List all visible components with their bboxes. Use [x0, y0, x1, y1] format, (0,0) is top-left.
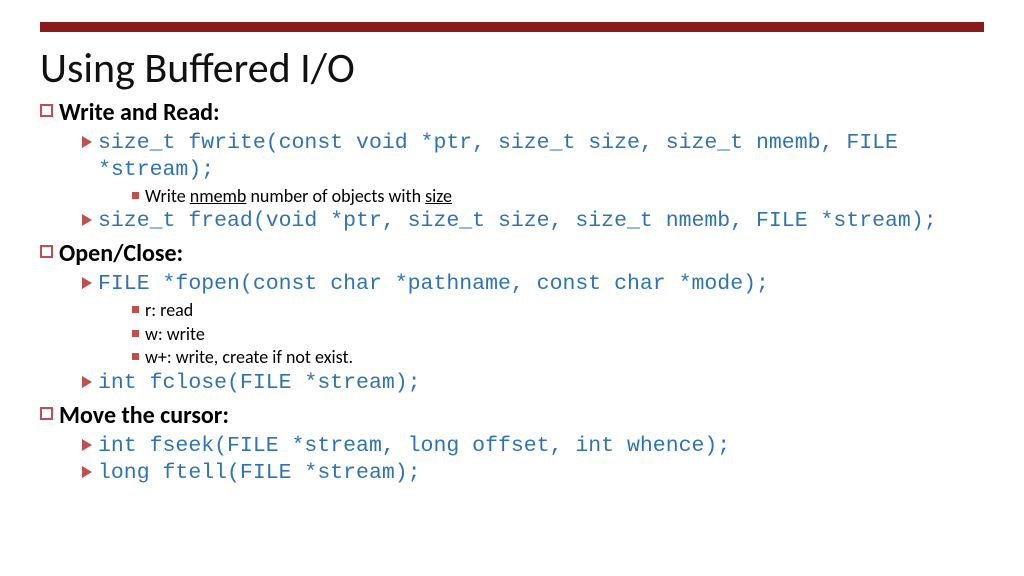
- section-heading-text: Write and Read:: [59, 98, 984, 128]
- mode-line: w: write: [132, 323, 984, 346]
- dot-bullet-icon: [132, 330, 139, 337]
- section-heading: Write and Read:: [40, 98, 984, 128]
- code-signature: size_t fwrite(const void *ptr, size_t si…: [82, 130, 984, 184]
- code-signature: FILE *fopen(const char *pathname, const …: [82, 271, 984, 298]
- code-text: long ftell(FILE *stream);: [98, 460, 938, 487]
- code-text: int fclose(FILE *stream);: [98, 370, 938, 397]
- dot-bullet-icon: [132, 306, 139, 313]
- mode-text: w: write: [145, 323, 984, 346]
- arrow-bullet-icon: [82, 466, 92, 478]
- code-text: int fseek(FILE *stream, long offset, int…: [98, 433, 938, 460]
- arrow-bullet-icon: [82, 214, 92, 226]
- note-text: Write nmemb number of objects with size: [145, 185, 984, 208]
- slide: Using Buffered I/O Write and Read: size_…: [0, 22, 1024, 576]
- code-text: FILE *fopen(const char *pathname, const …: [98, 271, 938, 298]
- mode-text: r: read: [145, 299, 984, 322]
- section-heading-text: Open/Close:: [59, 239, 984, 269]
- arrow-bullet-icon: [82, 439, 92, 451]
- section-heading-text: Move the cursor:: [59, 401, 984, 431]
- note-text-mid: number of objects with: [246, 185, 425, 207]
- arrow-bullet-icon: [82, 376, 92, 388]
- mode-line: r: read: [132, 299, 984, 322]
- code-signature: int fclose(FILE *stream);: [82, 370, 984, 397]
- section-heading: Move the cursor:: [40, 401, 984, 431]
- arrow-bullet-icon: [82, 277, 92, 289]
- code-text: size_t fread(void *ptr, size_t size, siz…: [98, 208, 938, 235]
- note-underline: size: [425, 185, 452, 207]
- mode-text: w+: write, create if not exist.: [145, 346, 984, 369]
- note-text-pre: Write: [145, 185, 190, 207]
- title-rule: [40, 22, 984, 32]
- arrow-bullet-icon: [82, 136, 92, 148]
- square-bullet-icon: [40, 407, 53, 420]
- square-bullet-icon: [40, 104, 53, 117]
- note-underline: nmemb: [190, 185, 247, 207]
- square-bullet-icon: [40, 245, 53, 258]
- code-signature: int fseek(FILE *stream, long offset, int…: [82, 433, 984, 460]
- dot-bullet-icon: [132, 192, 139, 199]
- section-heading: Open/Close:: [40, 239, 984, 269]
- code-text: size_t fwrite(const void *ptr, size_t si…: [98, 130, 938, 184]
- dot-bullet-icon: [132, 353, 139, 360]
- note-line: Write nmemb number of objects with size: [132, 185, 984, 208]
- mode-line: w+: write, create if not exist.: [132, 346, 984, 369]
- code-signature: long ftell(FILE *stream);: [82, 460, 984, 487]
- code-signature: size_t fread(void *ptr, size_t size, siz…: [82, 208, 984, 235]
- slide-title: Using Buffered I/O: [40, 46, 984, 92]
